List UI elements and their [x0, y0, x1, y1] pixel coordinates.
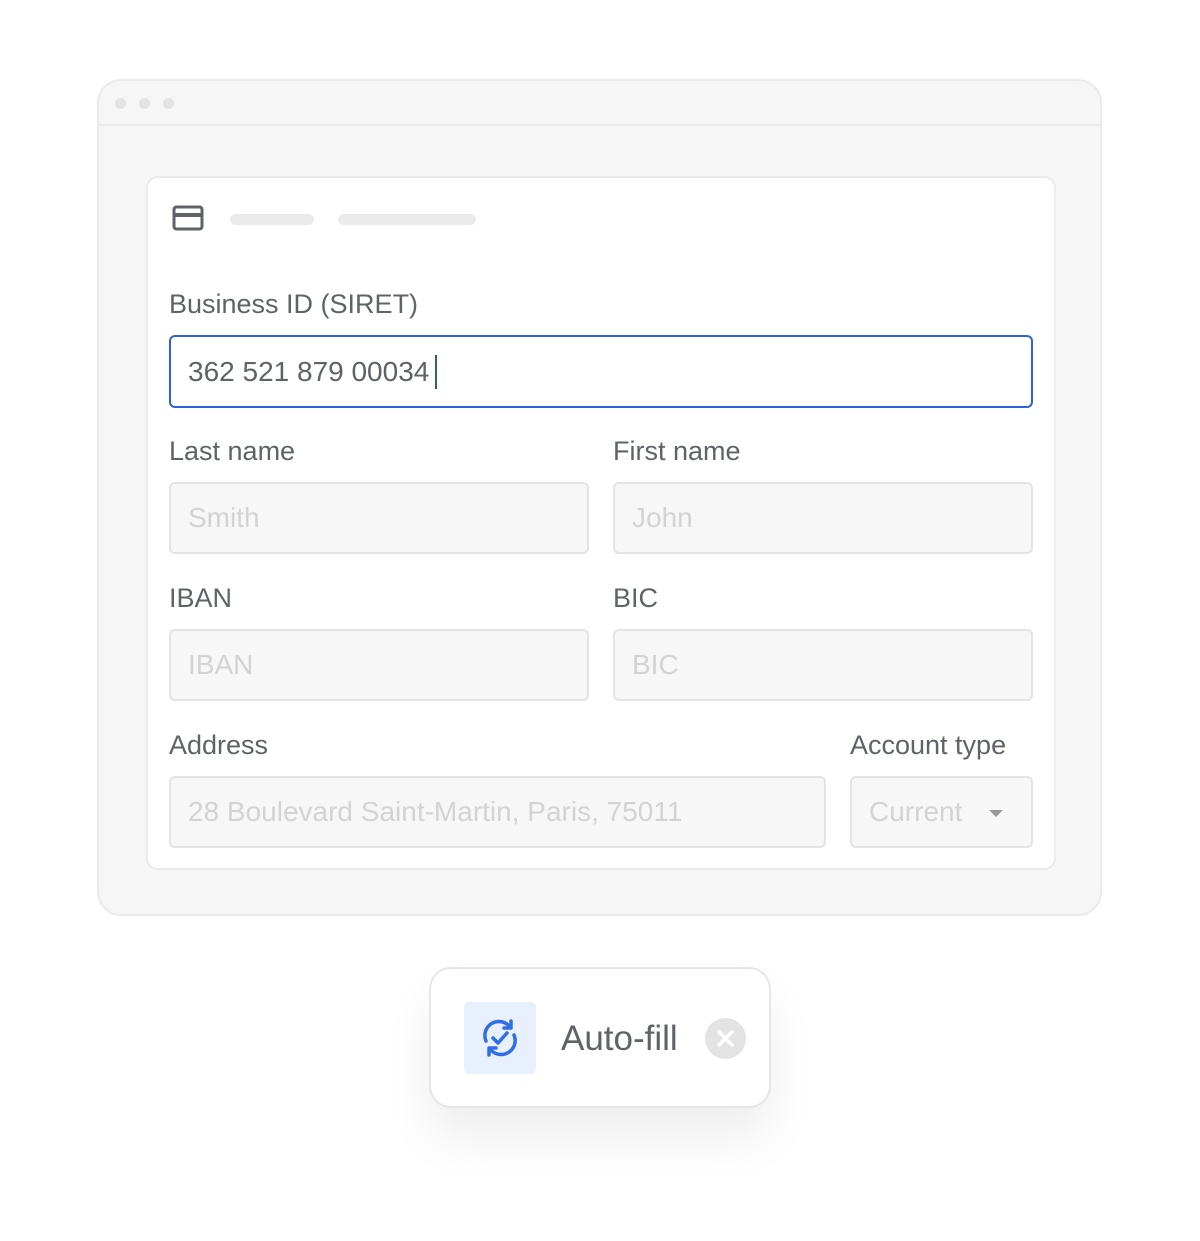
autofill-toast: Auto-fill: [429, 967, 771, 1108]
window-dot: [163, 98, 174, 109]
iban-placeholder: IBAN: [188, 649, 254, 680]
bic-label: BIC: [613, 583, 659, 613]
last-name-placeholder: Smith: [188, 502, 260, 533]
bic-placeholder: BIC: [632, 649, 679, 680]
autofill-label: Auto-fill: [561, 1019, 678, 1058]
first-name-placeholder: John: [632, 502, 693, 533]
chevron-down-icon: [989, 810, 1003, 817]
account-type-label: Account type: [850, 730, 1007, 760]
business-id-label: Business ID (SIRET): [169, 289, 419, 319]
address-input[interactable]: 28 Boulevard Saint-Martin, Paris, 75011: [169, 776, 826, 848]
address-placeholder: 28 Boulevard Saint-Martin, Paris, 75011: [188, 796, 683, 827]
skeleton-line: [338, 214, 476, 225]
autofill-button[interactable]: [464, 1002, 536, 1074]
close-icon: [717, 1030, 734, 1047]
account-type-select[interactable]: Current: [850, 776, 1033, 848]
window-dot: [139, 98, 150, 109]
address-label: Address: [169, 730, 269, 760]
browser-window: Business ID (SIRET) 362 521 879 00034 La…: [97, 79, 1102, 916]
window-titlebar: [99, 81, 1100, 126]
sync-check-icon: [483, 1019, 517, 1057]
window-dot: [115, 98, 126, 109]
business-id-value: 362 521 879 00034: [188, 355, 430, 387]
business-id-input[interactable]: 362 521 879 00034: [169, 335, 1033, 408]
form-card: Business ID (SIRET) 362 521 879 00034 La…: [146, 176, 1056, 870]
last-name-input[interactable]: Smith: [169, 482, 589, 554]
iban-label: IBAN: [169, 583, 233, 613]
last-name-label: Last name: [169, 436, 296, 466]
account-type-value: Current: [869, 796, 963, 827]
iban-input[interactable]: IBAN: [169, 629, 589, 701]
credit-card-icon: [172, 205, 204, 231]
bic-input[interactable]: BIC: [613, 629, 1033, 701]
text-caret: [435, 354, 438, 389]
skeleton-line: [230, 214, 314, 225]
first-name-label: First name: [613, 436, 741, 466]
close-button[interactable]: [705, 1018, 746, 1059]
first-name-input[interactable]: John: [613, 482, 1033, 554]
